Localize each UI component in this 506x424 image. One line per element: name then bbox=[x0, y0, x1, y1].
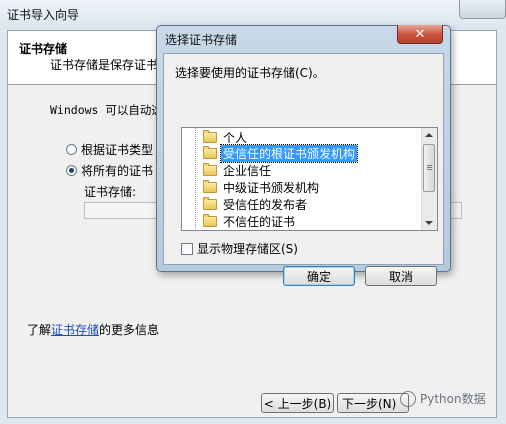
radio-manual-label: 将所有的证书 bbox=[81, 164, 154, 178]
close-icon[interactable]: ✕ bbox=[397, 25, 443, 44]
scroll-thumb[interactable] bbox=[423, 144, 435, 192]
folder-icon bbox=[203, 129, 217, 143]
folder-icon bbox=[203, 179, 217, 193]
store-tree[interactable]: 个人 受信任的根证书颁发机构 企业信任 中级证书颁发机构 受信任的发布者 不信任的证书 bbox=[181, 127, 438, 231]
dialog-prompt: 选择要使用的证书存储(C)。 bbox=[175, 66, 325, 80]
scroll-down-icon[interactable] bbox=[425, 221, 433, 225]
tree-item[interactable]: 不信任的证书 bbox=[203, 213, 297, 229]
wizard-close-button[interactable] bbox=[459, 0, 506, 19]
tree-item[interactable]: 个人 bbox=[203, 129, 249, 145]
folder-icon bbox=[203, 213, 217, 227]
radio-auto-label: 根据证书类型 bbox=[81, 143, 154, 157]
select-store-dialog: 选择证书存储 ✕ 选择要使用的证书存储(C)。 个人 受信任的根证书颁发机构 企业信… bbox=[156, 25, 451, 286]
tree-item-label: 受信任的发布者 bbox=[223, 197, 308, 212]
tree-item[interactable]: 受信任的发布者 bbox=[203, 196, 309, 212]
page-title: 证书存储 bbox=[19, 42, 68, 56]
learn-more-prefix: 了解 bbox=[27, 323, 52, 337]
folder-icon bbox=[203, 196, 217, 210]
tree-item-label: 个人 bbox=[223, 130, 248, 145]
auto-select-text: Windows 可以自动选 bbox=[50, 103, 163, 117]
scroll-up-icon[interactable] bbox=[425, 133, 433, 137]
tree-lines bbox=[192, 128, 200, 230]
show-physical-row[interactable]: 显示物理存储区(S) bbox=[181, 240, 298, 257]
wechat-icon bbox=[400, 390, 416, 407]
learn-more-suffix: 的更多信息 bbox=[99, 323, 160, 337]
radio-button-checked[interactable] bbox=[66, 165, 77, 176]
learn-more: 了解证书存储的更多信息 bbox=[27, 321, 159, 338]
page-description: 证书存储是保存证书 bbox=[50, 58, 159, 72]
ok-button[interactable]: 确定 bbox=[283, 266, 355, 286]
dialog-title: 选择证书存储 bbox=[165, 33, 238, 47]
wizard-title: 证书导入向导 bbox=[7, 8, 80, 22]
tree-item-label: 受信任的根证书颁发机构 bbox=[219, 144, 359, 164]
tree-item[interactable]: 企业信任 bbox=[203, 163, 273, 179]
radio-button[interactable] bbox=[66, 144, 77, 155]
dialog-client: 选择要使用的证书存储(C)。 个人 受信任的根证书颁发机构 企业信任 中级证书颁发机构… bbox=[163, 53, 444, 286]
tree-item-label: 不信任的证书 bbox=[223, 214, 296, 229]
tree-item[interactable]: 受信任的根证书颁发机构 bbox=[203, 144, 359, 164]
folder-icon bbox=[203, 163, 217, 177]
tree-item-label: 企业信任 bbox=[223, 164, 272, 179]
show-physical-checkbox[interactable] bbox=[181, 242, 193, 255]
folder-icon bbox=[203, 146, 217, 160]
back-button[interactable]: < 上一步(B) bbox=[261, 393, 334, 413]
radio-auto-select[interactable]: 根据证书类型 bbox=[66, 141, 153, 158]
tree-scrollbar[interactable] bbox=[421, 128, 437, 230]
tree-item-label: 中级证书颁发机构 bbox=[223, 180, 320, 195]
tree-item[interactable]: 中级证书颁发机构 bbox=[203, 179, 321, 195]
watermark-text: Python数据 bbox=[420, 392, 486, 406]
next-button[interactable]: 下一步(N) bbox=[337, 393, 409, 413]
learn-more-link[interactable]: 证书存储 bbox=[51, 323, 99, 337]
radio-manual-select[interactable]: 将所有的证书 bbox=[66, 162, 153, 179]
show-physical-label: 显示物理存储区(S) bbox=[197, 242, 298, 256]
watermark: Python数据 bbox=[400, 390, 486, 407]
cancel-button[interactable]: 取消 bbox=[365, 266, 437, 286]
store-label: 证书存储: bbox=[84, 185, 137, 199]
